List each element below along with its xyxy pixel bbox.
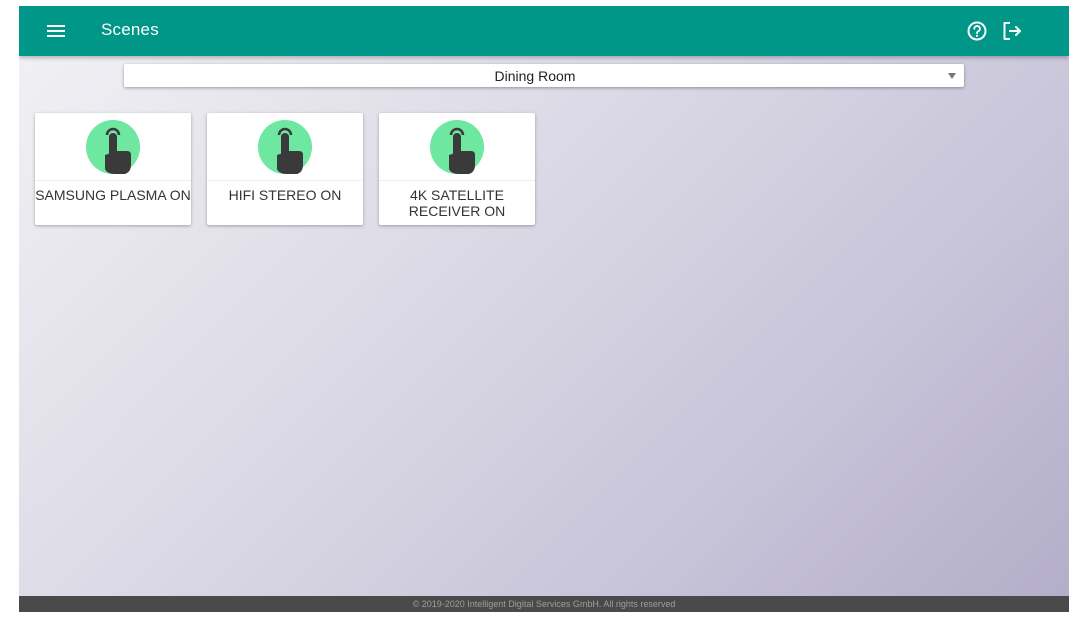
- scene-tile-label: SAMSUNG PLASMA ON: [35, 187, 191, 203]
- tile-divider: [35, 180, 191, 181]
- page-title: Scenes: [101, 20, 159, 39]
- help-circle-icon: [967, 21, 987, 41]
- logout-icon: [1003, 22, 1021, 40]
- footer-copyright: © 2019-2020 Intelligent Digital Services…: [19, 596, 1069, 612]
- help-button[interactable]: [965, 19, 989, 43]
- touch-hand-icon: [258, 120, 312, 174]
- menu-button[interactable]: [41, 19, 71, 43]
- logout-button[interactable]: [1000, 19, 1024, 43]
- scene-tile-4k-satellite-receiver-on[interactable]: 4K SATELLITE RECEIVER ON: [379, 113, 535, 225]
- scene-tile-hifi-stereo-on[interactable]: HIFI STEREO ON: [207, 113, 363, 225]
- touch-hand-icon: [430, 120, 484, 174]
- touch-hand-icon: [86, 120, 140, 174]
- room-select-value: Dining Room: [494, 68, 576, 84]
- scene-tile-samsung-plasma-on[interactable]: SAMSUNG PLASMA ON: [35, 113, 191, 225]
- app-frame: Scenes Dining Room SAMSUNG PLASMA ON HIF…: [19, 6, 1069, 612]
- hamburger-menu-icon-bar: [47, 35, 65, 37]
- app-bar: Scenes: [19, 6, 1069, 56]
- room-select[interactable]: Dining Room: [124, 64, 964, 87]
- tile-divider: [207, 180, 363, 181]
- hamburger-menu-icon-bar: [47, 30, 65, 32]
- hamburger-menu-icon: [47, 25, 65, 27]
- caret-down-icon: [948, 73, 956, 79]
- scene-tile-label: 4K SATELLITE RECEIVER ON: [408, 187, 506, 219]
- scene-tile-label: HIFI STEREO ON: [228, 187, 342, 203]
- tile-divider: [379, 180, 535, 181]
